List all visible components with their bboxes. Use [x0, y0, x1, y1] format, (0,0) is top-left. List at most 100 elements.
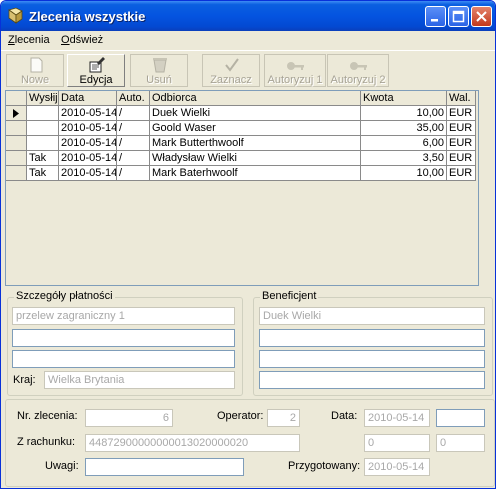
beneficiary-line-1-field[interactable]: Duek Wielki: [259, 307, 485, 325]
cell-currency[interactable]: EUR: [447, 136, 476, 151]
prepared-label: Przygotowany:: [288, 460, 361, 472]
menu-odswiez-mnemonic: O: [61, 34, 70, 46]
cell-send[interactable]: [27, 136, 59, 151]
cell-auto[interactable]: /: [117, 136, 150, 151]
country-field[interactable]: Wielka Brytania: [44, 371, 235, 389]
column-header-recipient[interactable]: Odbiorca: [150, 91, 361, 106]
app-icon: [8, 7, 23, 24]
column-header-send[interactable]: Wysłij: [27, 91, 59, 106]
cell-date[interactable]: 2010-05-14: [59, 136, 117, 151]
close-icon: [476, 11, 487, 22]
edit-button[interactable]: Edycja: [67, 54, 125, 87]
new-document-icon: [30, 57, 43, 73]
row-indicator: [6, 151, 27, 166]
authorize-1-button[interactable]: Autoryzuj 1: [264, 54, 326, 87]
cell-auto[interactable]: /: [117, 106, 150, 121]
toolbar: Nowe Edycja Usuń Zaznacz Autoryzuj 1 Aut…: [1, 50, 495, 91]
cell-currency[interactable]: EUR: [447, 121, 476, 136]
delete-button[interactable]: Usuń: [130, 54, 188, 87]
authorize-1-button-label: Autoryzuj 1: [267, 74, 323, 86]
cell-date[interactable]: 2010-05-14: [59, 106, 117, 121]
select-button-label: Zaznacz: [210, 74, 252, 86]
edit-button-label: Edycja: [79, 74, 113, 86]
value-2-field[interactable]: 0: [436, 434, 485, 452]
cell-recipient[interactable]: Duek Wielki: [150, 106, 361, 121]
beneficiary-title: Beneficjent: [260, 290, 319, 302]
operator-label: Operator:: [217, 410, 264, 422]
cell-recipient[interactable]: Mark Butterthwoolf: [150, 136, 361, 151]
row-indicator: [6, 136, 27, 151]
delete-icon: [153, 58, 167, 73]
orders-table[interactable]: Wysłij Data Auto. Odbiorca Kwota Wal. 20…: [5, 90, 479, 286]
value-1-field[interactable]: 0: [364, 434, 430, 452]
prepared-field[interactable]: 2010-05-14: [364, 458, 430, 476]
edit-icon: [89, 57, 105, 73]
notes-field[interactable]: [85, 458, 244, 476]
beneficiary-line-4-field[interactable]: [259, 371, 485, 389]
payment-line-2-field[interactable]: [12, 329, 235, 347]
cell-send[interactable]: [27, 106, 59, 121]
cell-auto[interactable]: /: [117, 121, 150, 136]
order-number-field[interactable]: 6: [85, 409, 173, 427]
select-button[interactable]: Zaznacz: [202, 54, 260, 87]
cell-amount[interactable]: 3,50: [361, 151, 447, 166]
maximize-button[interactable]: [448, 6, 469, 27]
menu-bar: Zlecenia Odśwież: [1, 31, 495, 50]
payment-line-3-field[interactable]: [12, 350, 235, 368]
cell-amount[interactable]: 10,00: [361, 166, 447, 181]
menu-odswiez[interactable]: Odśwież: [61, 34, 103, 46]
cell-recipient[interactable]: Mark Baterhwoolf: [150, 166, 361, 181]
column-header-currency[interactable]: Wal.: [447, 91, 476, 106]
cell-send[interactable]: [27, 121, 59, 136]
cell-amount[interactable]: 35,00: [361, 121, 447, 136]
close-button[interactable]: [471, 6, 492, 27]
table-scroll-area: [479, 90, 493, 286]
maximize-icon: [452, 10, 465, 23]
date-field[interactable]: 2010-05-14: [364, 409, 430, 427]
column-header-auto[interactable]: Auto.: [117, 91, 150, 106]
menu-zlecenia-label: lecenia: [14, 34, 50, 46]
cell-date[interactable]: 2010-05-14: [59, 166, 117, 181]
beneficiary-line-3-field[interactable]: [259, 350, 485, 368]
cell-amount[interactable]: 10,00: [361, 106, 447, 121]
new-button-label: Nowe: [20, 74, 50, 86]
cell-date[interactable]: 2010-05-14: [59, 151, 117, 166]
country-label: Kraj:: [13, 374, 36, 386]
column-header-amount[interactable]: Kwota: [361, 91, 447, 106]
authorize-2-button[interactable]: Autoryzuj 2: [327, 54, 389, 87]
authorize-key-icon: [350, 62, 367, 70]
date-extra-field[interactable]: [436, 409, 485, 427]
current-row-arrow-icon: [13, 109, 19, 118]
menu-zlecenia[interactable]: Zlecenia: [8, 34, 50, 46]
cell-send[interactable]: Tak: [27, 151, 59, 166]
cell-recipient[interactable]: Władysław Wielki: [150, 151, 361, 166]
account-label: Z rachunku:: [17, 436, 76, 448]
minimize-button[interactable]: [425, 6, 446, 27]
cell-currency[interactable]: EUR: [447, 166, 476, 181]
header-indicator: [6, 91, 27, 106]
payment-details-title: Szczegóły płatności: [14, 290, 115, 302]
cell-auto[interactable]: /: [117, 166, 150, 181]
account-field[interactable]: 44872900000000013020000020: [85, 434, 300, 452]
cell-currency[interactable]: EUR: [447, 151, 476, 166]
cell-date[interactable]: 2010-05-14: [59, 121, 117, 136]
cell-send[interactable]: Tak: [27, 166, 59, 181]
cell-amount[interactable]: 6,00: [361, 136, 447, 151]
cell-recipient[interactable]: Goold Waser: [150, 121, 361, 136]
order-number-label: Nr. zlecenia:: [17, 410, 78, 422]
window-title: Zlecenia wszystkie: [29, 9, 146, 24]
beneficiary-line-2-field[interactable]: [259, 329, 485, 347]
new-button[interactable]: Nowe: [6, 54, 64, 87]
cell-currency[interactable]: EUR: [447, 106, 476, 121]
operator-field[interactable]: 2: [267, 409, 300, 427]
cell-auto[interactable]: /: [117, 151, 150, 166]
title-bar[interactable]: Zlecenia wszystkie: [1, 1, 495, 31]
column-header-date[interactable]: Data: [59, 91, 117, 106]
payment-line-1-field[interactable]: przelew zagraniczny 1: [12, 307, 235, 325]
minimize-icon: [431, 19, 438, 22]
delete-button-label: Usuń: [146, 74, 172, 86]
row-indicator: [6, 106, 27, 121]
authorize-2-button-label: Autoryzuj 2: [330, 74, 386, 86]
menu-zlecenia-mnemonic: Z: [8, 34, 15, 46]
menu-odswiez-label: dśwież: [69, 34, 104, 46]
